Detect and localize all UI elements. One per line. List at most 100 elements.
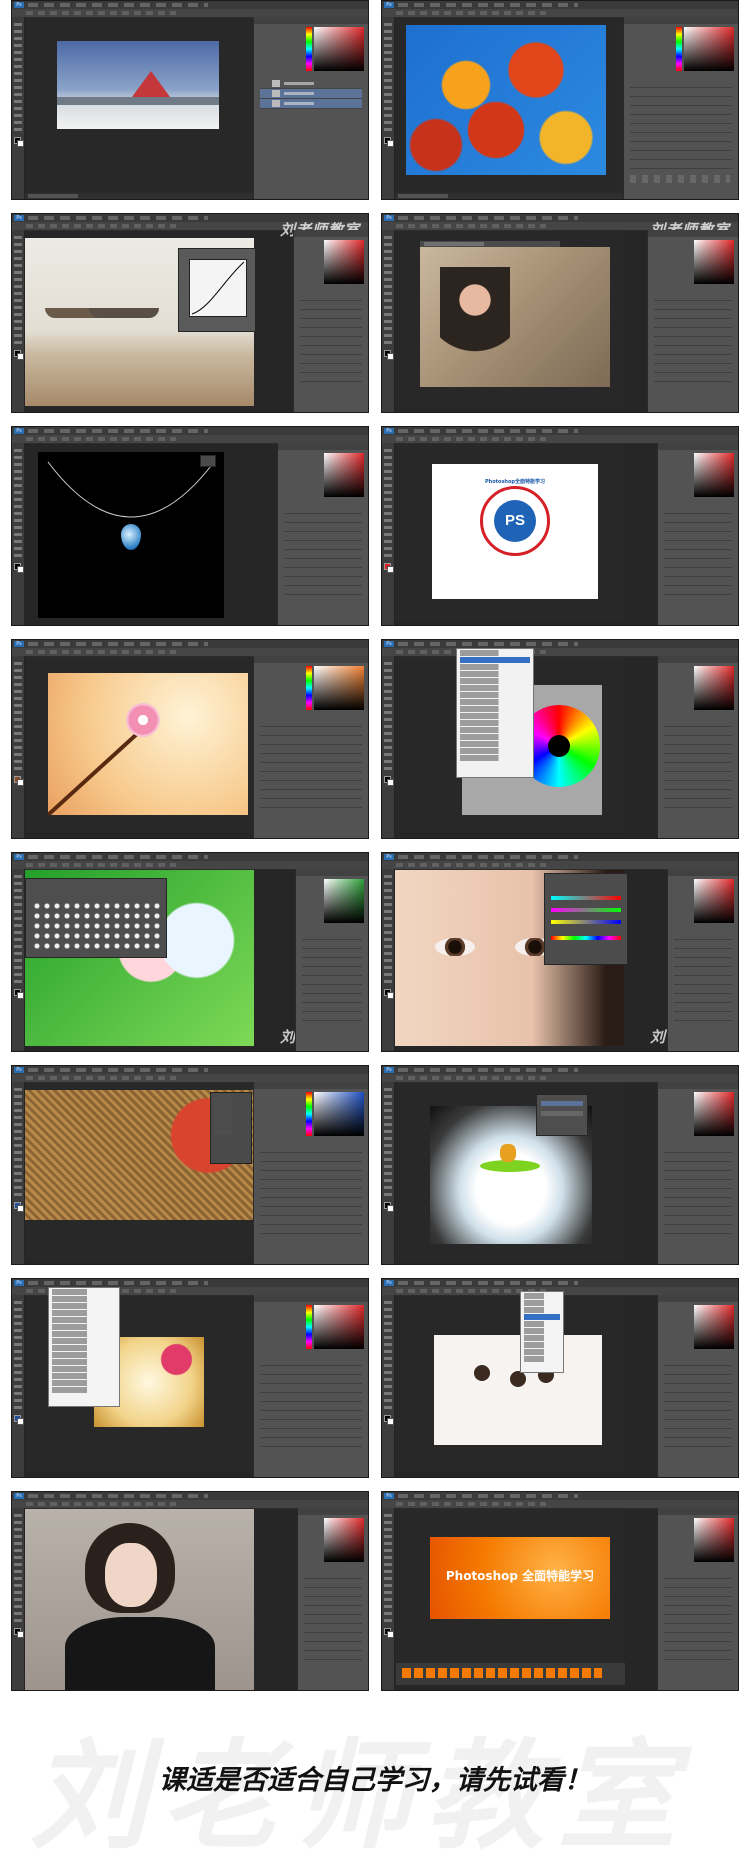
tool-icons[interactable] <box>14 1512 22 1622</box>
panel-tabs[interactable] <box>668 869 738 876</box>
background-swatch[interactable] <box>387 140 394 147</box>
background-swatch[interactable] <box>17 779 24 786</box>
menu-items[interactable] <box>28 1068 208 1072</box>
panel-tabs[interactable] <box>296 869 368 876</box>
menu-item[interactable] <box>460 664 530 670</box>
tool-icons[interactable] <box>14 660 22 770</box>
menu-items[interactable] <box>28 429 208 433</box>
color-picker[interactable] <box>314 1092 364 1136</box>
tool-icons[interactable] <box>14 234 22 344</box>
background-swatch[interactable] <box>387 1631 394 1638</box>
background-swatch[interactable] <box>17 1631 24 1638</box>
tool-icons[interactable] <box>384 873 392 983</box>
menu-items[interactable] <box>398 1068 578 1072</box>
hue-slider[interactable] <box>306 1092 312 1136</box>
brush-grid[interactable] <box>32 901 160 949</box>
options-controls[interactable] <box>26 863 176 867</box>
menu-item[interactable] <box>460 699 530 705</box>
menu-item[interactable] <box>524 1321 560 1327</box>
color-picker[interactable] <box>324 240 364 284</box>
menu-item[interactable] <box>524 1328 560 1334</box>
panel-tabs[interactable] <box>658 1295 738 1302</box>
hue-bar[interactable] <box>551 936 621 940</box>
popup-row[interactable] <box>541 1111 583 1116</box>
timeline-frames[interactable] <box>402 1668 602 1678</box>
menu-item[interactable] <box>460 678 530 684</box>
menu-items[interactable] <box>398 216 578 220</box>
timeline-panel[interactable] <box>395 1662 626 1686</box>
options-controls[interactable] <box>26 1502 176 1506</box>
menu-item[interactable] <box>460 741 530 747</box>
menu-items[interactable] <box>28 3 208 7</box>
panel-tabs[interactable] <box>624 17 738 24</box>
tool-icons[interactable] <box>14 447 22 557</box>
menu-item[interactable] <box>460 685 530 691</box>
tool-icons[interactable] <box>384 234 392 344</box>
menu-item[interactable] <box>214 1101 248 1107</box>
menu-item[interactable] <box>524 1342 560 1348</box>
color-picker[interactable] <box>314 27 364 71</box>
menu-item-selected[interactable] <box>460 657 530 663</box>
color-picker[interactable] <box>324 879 364 923</box>
layers-popup[interactable] <box>536 1094 588 1136</box>
color-picker[interactable] <box>324 453 364 497</box>
menu-items[interactable] <box>398 3 578 7</box>
hue-slider[interactable] <box>676 27 682 71</box>
gradient-slider[interactable] <box>551 920 621 924</box>
color-picker[interactable] <box>694 1305 734 1349</box>
menu-item[interactable] <box>52 1352 116 1358</box>
menu-item[interactable] <box>52 1366 116 1372</box>
tool-icons[interactable] <box>384 660 392 770</box>
menu-item[interactable] <box>524 1349 560 1355</box>
brush-preset-picker[interactable] <box>25 878 167 958</box>
menu-item[interactable] <box>52 1296 116 1302</box>
menu-item[interactable] <box>460 706 530 712</box>
gradient-slider[interactable] <box>551 896 621 900</box>
panel-tabs[interactable] <box>294 230 368 237</box>
menu-items[interactable] <box>398 1494 578 1498</box>
options-controls[interactable] <box>396 1502 546 1506</box>
background-swatch[interactable] <box>17 140 24 147</box>
tool-icons[interactable] <box>14 1086 22 1196</box>
menu-item[interactable] <box>524 1307 560 1313</box>
menu-item[interactable] <box>460 734 530 740</box>
menu-items[interactable] <box>398 1281 578 1285</box>
panel-tabs[interactable] <box>658 1082 738 1089</box>
edit-dropdown[interactable] <box>48 1287 120 1407</box>
panel-tabs[interactable] <box>254 656 368 663</box>
menu-items[interactable] <box>398 642 578 646</box>
options-controls[interactable] <box>396 863 546 867</box>
menu-item[interactable] <box>52 1324 116 1330</box>
panel-tabs[interactable] <box>648 230 738 237</box>
menu-item[interactable] <box>460 748 530 754</box>
menu-item[interactable] <box>524 1293 560 1299</box>
menu-item[interactable] <box>52 1317 116 1323</box>
menu-item[interactable] <box>460 713 530 719</box>
color-picker[interactable] <box>694 1092 734 1136</box>
color-picker[interactable] <box>314 1305 364 1349</box>
adjustments-panel[interactable] <box>544 873 628 965</box>
gradient-slider[interactable] <box>551 908 621 912</box>
color-picker[interactable] <box>684 27 734 71</box>
tool-icons[interactable] <box>384 1299 392 1409</box>
panel-tabs[interactable] <box>278 443 368 450</box>
layers-dropdown[interactable] <box>210 1092 252 1164</box>
curves-dialog[interactable] <box>178 248 256 332</box>
menu-item[interactable] <box>214 1108 248 1114</box>
color-picker[interactable] <box>314 666 364 710</box>
tool-icons[interactable] <box>384 1512 392 1622</box>
background-swatch[interactable] <box>387 992 394 999</box>
color-picker[interactable] <box>694 240 734 284</box>
options-controls[interactable] <box>396 1076 546 1080</box>
options-controls[interactable] <box>396 11 546 15</box>
panel-tabs[interactable] <box>298 1508 368 1515</box>
menu-item[interactable] <box>460 692 530 698</box>
menu-item[interactable] <box>214 1122 248 1128</box>
hue-slider[interactable] <box>306 27 312 71</box>
menu-item[interactable] <box>52 1373 116 1379</box>
background-swatch[interactable] <box>17 1205 24 1212</box>
menu-item[interactable] <box>460 720 530 726</box>
panel-icons[interactable] <box>630 175 730 183</box>
background-swatch[interactable] <box>387 353 394 360</box>
color-picker[interactable] <box>694 1518 734 1562</box>
